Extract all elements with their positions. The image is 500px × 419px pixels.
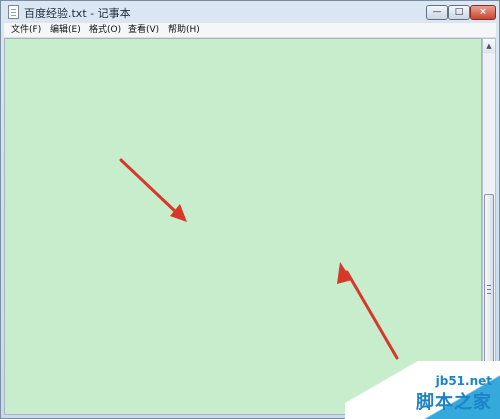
- menu-edit[interactable]: 编辑(E): [50, 23, 81, 37]
- menu-help[interactable]: 帮助(H): [168, 23, 200, 37]
- maximize-button[interactable]: □: [448, 5, 470, 20]
- scroll-up-arrow-icon[interactable]: ▲: [483, 39, 495, 53]
- scrollbar-thumb[interactable]: [484, 194, 494, 389]
- watermark-site-text: jb51.net: [435, 374, 492, 388]
- window-title: 百度经验.txt - 记事本: [24, 7, 131, 20]
- notepad-icon: [8, 5, 19, 19]
- title-bar[interactable]: 百度经验.txt - 记事本 — □ ×: [1, 1, 499, 23]
- watermark-brand-text: 脚本之家: [416, 392, 492, 413]
- close-button[interactable]: ×: [470, 5, 496, 20]
- menu-format[interactable]: 格式(O): [89, 23, 121, 37]
- notepad-window: 百度经验.txt - 记事本 — □ × 文件(F) 编辑(E) 格式(O) 查…: [0, 0, 500, 419]
- text-editor[interactable]: [4, 38, 482, 415]
- menu-bar: 文件(F) 编辑(E) 格式(O) 查看(V) 帮助(H): [4, 23, 496, 38]
- menu-file[interactable]: 文件(F): [11, 23, 41, 37]
- thumb-grip-icon: [487, 285, 491, 294]
- vertical-scrollbar[interactable]: ▲ ▼: [482, 38, 496, 415]
- watermark-badge: jb51.net 脚本之家: [345, 361, 500, 419]
- menu-view[interactable]: 查看(V): [128, 23, 159, 37]
- minimize-button[interactable]: —: [426, 5, 448, 20]
